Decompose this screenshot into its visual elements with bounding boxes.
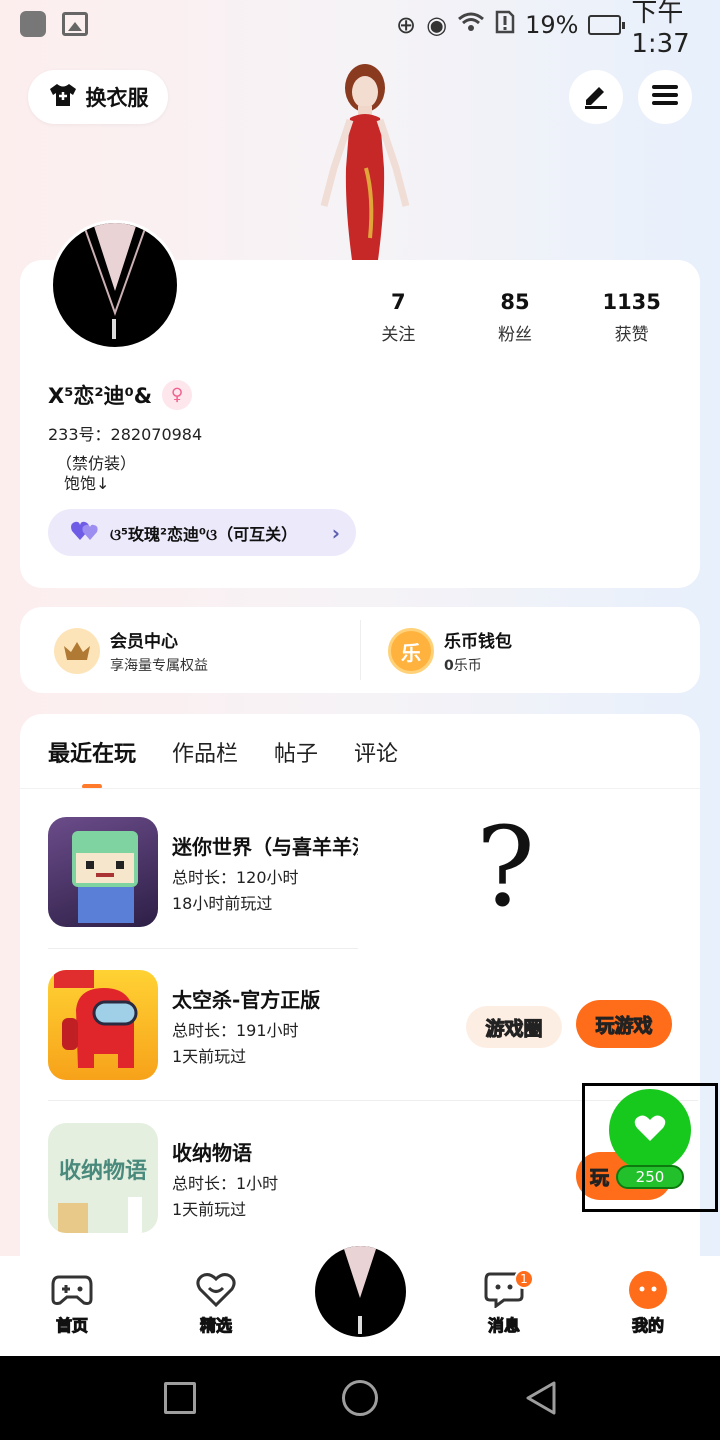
vip-title: 会员中心 — [110, 632, 178, 652]
among-us-icon — [48, 970, 158, 1080]
wallet[interactable]: 乐 乐币钱包 0乐币 — [388, 627, 512, 675]
stat-likes[interactable]: 1135 获赞 — [573, 290, 690, 345]
home-icon[interactable] — [342, 1380, 378, 1416]
wifi-icon — [457, 11, 485, 39]
nav-me-label: 我的 — [631, 1316, 664, 1336]
hamburger-icon — [651, 83, 679, 111]
game-name: 收纳物语 — [172, 1141, 252, 1165]
nav-home[interactable]: 首页 — [27, 1272, 117, 1336]
tshirt-icon — [48, 82, 78, 113]
followers-label: 粉丝 — [498, 325, 532, 345]
game-duration: 总时长：120小时 — [172, 868, 299, 887]
group-name: ଓ⁵玫瑰²恋迪⁰ଓ（可互关） — [110, 524, 298, 544]
bio-line-2: 饱饱↓ — [64, 474, 110, 493]
double-heart-icon — [70, 520, 100, 546]
sim-alert-icon — [495, 10, 515, 40]
like-count: 250 — [616, 1165, 684, 1189]
change-outfit-button[interactable]: 换衣服 — [28, 70, 168, 124]
tab-works[interactable]: 作品栏 — [172, 736, 238, 768]
status-icons: ⊕ ◉ 19% 下午1:37 — [396, 0, 720, 59]
following-label: 关注 — [381, 325, 416, 345]
recent-apps-icon[interactable] — [164, 1382, 196, 1414]
divider — [20, 788, 700, 789]
nav-me[interactable]: 我的 — [603, 1271, 693, 1336]
heart-icon — [634, 1114, 666, 1146]
question-mark: ? — [476, 803, 535, 931]
mini-world-icon — [48, 817, 158, 927]
wallet-title: 乐币钱包 — [444, 632, 512, 652]
username-row: X⁵恋²迪⁰& ♀ — [48, 380, 193, 410]
message-badge: 1 — [514, 1269, 534, 1289]
female-icon: ♀ — [162, 380, 193, 410]
profile-face-icon — [627, 1271, 669, 1309]
box-shape — [58, 1203, 88, 1233]
avatar-figure[interactable] — [300, 58, 430, 260]
status-bar: ⊕ ◉ 19% 下午1:37 — [0, 0, 720, 59]
heart-badge-icon — [195, 1272, 237, 1308]
user-id: 233号：282070984 — [48, 425, 203, 444]
username: X⁵恋²迪⁰& — [48, 384, 153, 408]
like-button[interactable] — [609, 1089, 691, 1171]
profile-stats: 7 关注 85 粉丝 1135 获赞 — [340, 290, 690, 345]
nav-featured-label: 精选 — [199, 1316, 232, 1336]
group-pill[interactable]: ଓ⁵玫瑰²恋迪⁰ଓ（可互关） › — [48, 509, 356, 556]
game-last-played: 1天前玩过 — [172, 1047, 247, 1066]
nav-home-label: 首页 — [55, 1316, 88, 1336]
chevron-right-icon: › — [331, 520, 340, 545]
clock: 下午1:37 — [631, 0, 690, 59]
game-name: 迷你世界（与喜羊羊沙 — [172, 835, 358, 859]
stat-following[interactable]: 7 关注 — [340, 290, 457, 345]
followers-count: 85 — [500, 290, 530, 314]
avatar[interactable] — [50, 220, 180, 350]
crown-icon — [54, 628, 100, 674]
profile-tabs: 最近在玩 作品栏 帖子 评论 — [48, 736, 398, 768]
tab-recent[interactable]: 最近在玩 — [48, 736, 136, 768]
wallet-balance: 0乐币 — [444, 655, 512, 675]
gamepad-icon — [51, 1272, 93, 1308]
menu-button[interactable] — [638, 70, 692, 124]
edit-profile-button[interactable] — [569, 70, 623, 124]
bio-line-1: （禁仿装） — [56, 454, 137, 473]
nav-featured[interactable]: 精选 — [171, 1272, 261, 1336]
game-name: 太空杀-官方正版 — [172, 988, 321, 1012]
wallet-unit: 乐币 — [453, 658, 482, 674]
likes-label: 获赞 — [614, 325, 649, 345]
bio: （禁仿装） 饱饱↓ — [56, 454, 136, 494]
wallet-amount: 0 — [444, 658, 454, 674]
battery-icon — [588, 15, 626, 35]
storage-story-icon: 收纳物语 — [48, 1123, 158, 1233]
tab-posts[interactable]: 帖子 — [274, 736, 318, 768]
game-duration: 总时长：191小时 — [172, 1021, 299, 1040]
vip-subtitle: 享海量专属权益 — [110, 658, 208, 674]
tab-comments[interactable]: 评论 — [354, 736, 398, 768]
lamp-shape — [128, 1197, 142, 1233]
data-saver-icon: ⊕ — [396, 11, 417, 39]
play-game-button[interactable]: 玩游戏 — [576, 1000, 672, 1048]
game-duration: 总时长：1小时 — [172, 1174, 279, 1193]
coin-icon: 乐 — [388, 628, 434, 674]
notification-icon — [20, 11, 46, 37]
pen-icon — [582, 81, 610, 113]
vip-center[interactable]: 会员中心 享海量专属权益 — [54, 627, 208, 675]
divider — [48, 948, 358, 949]
eye-comfort-icon: ◉ — [426, 11, 448, 39]
center-avatar-button[interactable] — [312, 1243, 409, 1340]
game-last-played: 18小时前玩过 — [172, 894, 273, 913]
likes-count: 1135 — [602, 290, 661, 314]
nav-messages-label: 消息 — [487, 1316, 520, 1336]
gallery-notification-icon — [62, 12, 88, 36]
battery-percent: 19% — [525, 11, 579, 39]
game-circle-button[interactable]: 游戏圈 — [466, 1006, 562, 1048]
change-outfit-label: 换衣服 — [85, 86, 149, 110]
following-count: 7 — [391, 290, 406, 314]
game-last-played: 1天前玩过 — [172, 1200, 247, 1219]
stat-followers[interactable]: 85 粉丝 — [457, 290, 574, 345]
back-icon[interactable] — [524, 1380, 558, 1420]
divider — [360, 620, 361, 680]
game-icon-text: 收纳物语 — [58, 1159, 147, 1184]
nav-messages[interactable]: 消息 — [459, 1272, 549, 1336]
